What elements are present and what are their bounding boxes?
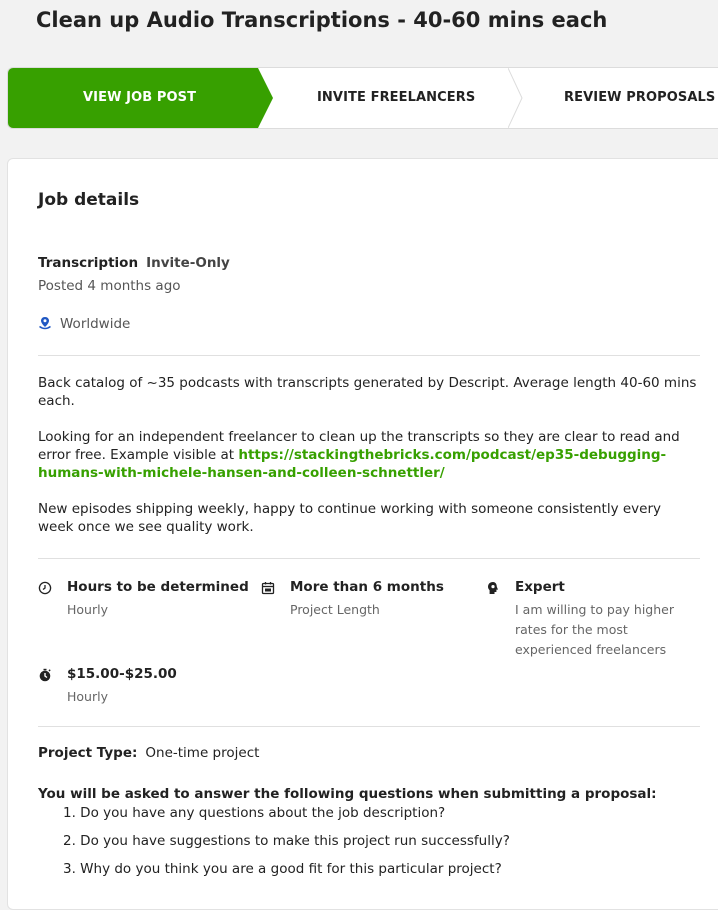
questions-heading: You will be asked to answer the followin… bbox=[38, 786, 657, 802]
description-paragraph: Back catalog of ~35 podcasts with transc… bbox=[38, 375, 697, 409]
step-invite-freelancers-label: INVITE FREELANCERS bbox=[317, 90, 476, 105]
hours-stat-sub: Hourly bbox=[67, 602, 108, 617]
job-visibility: Invite-Only bbox=[146, 255, 230, 271]
divider bbox=[38, 558, 700, 559]
location-text: Worldwide bbox=[60, 316, 131, 332]
step-view-job-post-label: VIEW JOB POST bbox=[83, 90, 197, 105]
hourly-rate-stat: $15.00-$25.00 Hourly bbox=[38, 666, 258, 706]
hourly-rate-sub: Hourly bbox=[67, 689, 108, 704]
job-details-heading: Job details bbox=[38, 190, 140, 210]
step-review-proposals[interactable]: REVIEW PROPOSALS (2 bbox=[523, 68, 718, 128]
job-details-card: Job details Transcription Invite-Only Pos… bbox=[7, 158, 718, 910]
question-item: 1. Do you have any questions about the j… bbox=[63, 805, 446, 821]
question-item: 3. Why do you think you are a good fit f… bbox=[63, 861, 502, 877]
project-type-value: One-time project bbox=[145, 745, 260, 761]
job-description: Back catalog of ~35 podcasts with transc… bbox=[38, 374, 700, 554]
job-location: Worldwide bbox=[38, 316, 130, 334]
questions-list: 1. Do you have any questions about the j… bbox=[63, 804, 510, 888]
stopwatch-icon bbox=[38, 667, 52, 686]
project-length-sub: Project Length bbox=[290, 602, 380, 617]
location-pin-icon bbox=[38, 316, 52, 334]
job-category: Transcription bbox=[38, 255, 139, 271]
page-title: Clean up Audio Transcriptions - 40-60 mi… bbox=[36, 8, 608, 32]
calendar-icon bbox=[261, 580, 275, 599]
experience-level-desc-line: rates for the most bbox=[515, 622, 628, 637]
project-type-label: Project Type: bbox=[38, 745, 138, 761]
divider bbox=[38, 726, 700, 727]
experience-level-desc-line: experienced freelancers bbox=[515, 642, 667, 657]
question-item: 2. Do you have suggestions to make this … bbox=[63, 833, 510, 849]
step-invite-freelancers[interactable]: INVITE FREELANCERS bbox=[268, 68, 533, 128]
hours-stat-title: Hours to be determined bbox=[67, 579, 249, 595]
clock-icon bbox=[38, 580, 52, 599]
project-type: Project Type: One-time project bbox=[38, 745, 259, 761]
expertise-head-icon bbox=[486, 580, 500, 599]
project-length-stat: More than 6 months Project Length bbox=[261, 579, 481, 619]
project-length-title: More than 6 months bbox=[290, 579, 444, 595]
description-paragraph: New episodes shipping weekly, happy to c… bbox=[38, 501, 661, 535]
divider bbox=[38, 355, 700, 356]
step-view-job-post[interactable]: VIEW JOB POST bbox=[8, 68, 278, 128]
hours-stat: Hours to be determined Hourly bbox=[38, 579, 258, 619]
experience-level-desc: I am willing to pay higher rates for the… bbox=[515, 600, 674, 660]
hourly-rate-title: $15.00-$25.00 bbox=[67, 666, 177, 682]
posted-date: Posted 4 months ago bbox=[38, 278, 181, 294]
job-category-line: Transcription Invite-Only bbox=[38, 255, 230, 271]
job-steps-nav: VIEW JOB POST INVITE FREELANCERS REVIEW … bbox=[7, 67, 718, 129]
experience-level-title: Expert bbox=[515, 579, 565, 595]
experience-level-stat: Expert I am willing to pay higher rates … bbox=[486, 579, 706, 659]
description-paragraph: Looking for an independent freelancer to… bbox=[38, 428, 700, 482]
experience-level-desc-line: I am willing to pay higher bbox=[515, 602, 674, 617]
step-review-proposals-label: REVIEW PROPOSALS (2 bbox=[564, 90, 718, 105]
